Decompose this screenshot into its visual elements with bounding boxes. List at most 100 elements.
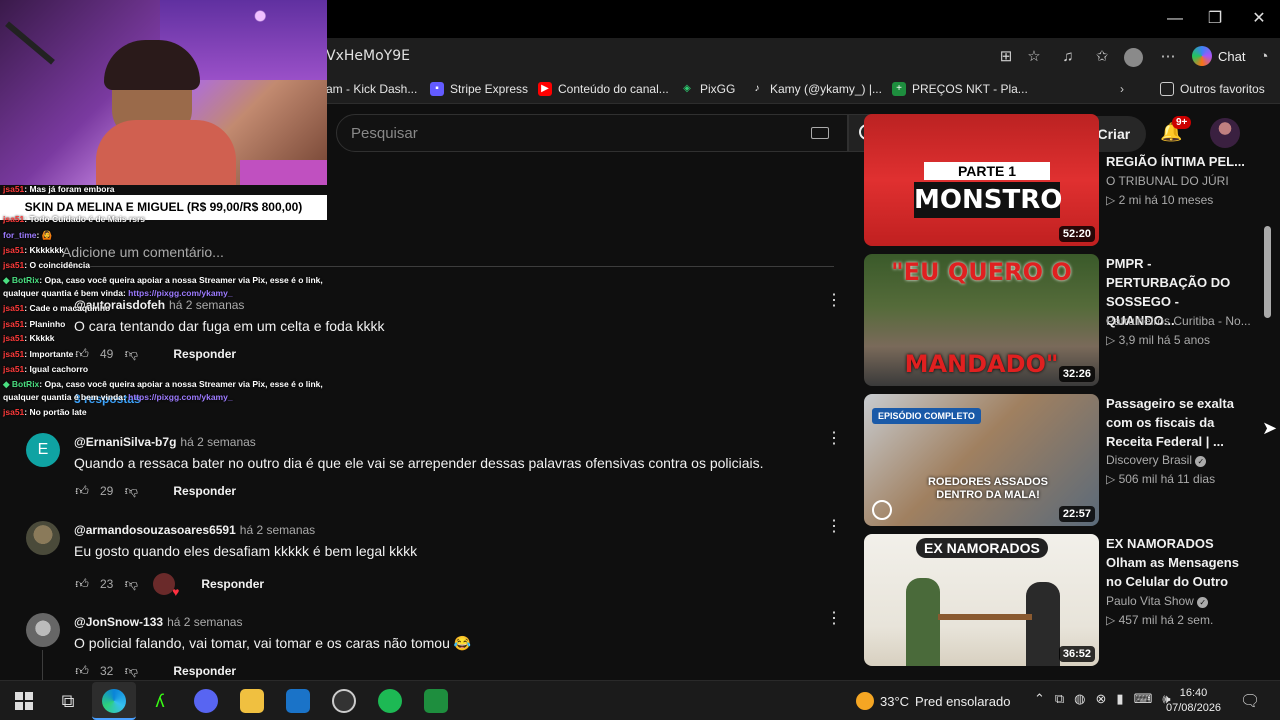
dislike-icon[interactable]: 👎︎: [123, 663, 139, 679]
edge-sidebar-icon[interactable]: ◔: [1254, 47, 1274, 67]
comment-menu-icon[interactable]: ⋮: [826, 611, 842, 627]
like-icon[interactable]: 👍︎: [74, 346, 90, 362]
chat-text: : Kkkkk: [24, 333, 55, 343]
other-favorites[interactable]: Outros favoritos: [1160, 82, 1265, 96]
search-input[interactable]: Pesquisar: [336, 114, 848, 152]
add-comment-input[interactable]: Adicione um comentário...: [62, 244, 224, 260]
dislike-icon[interactable]: 👎︎: [123, 576, 139, 592]
bookmark-item[interactable]: ▶ Conteúdo do canal...: [538, 82, 669, 96]
start-icon[interactable]: [12, 689, 36, 713]
thumbnail-title: "EU QUERO O: [891, 258, 1072, 286]
episode-badge: EPISÓDIO COMPLETO: [872, 408, 981, 424]
profile-icon[interactable]: [1124, 48, 1143, 67]
avatar[interactable]: E: [26, 433, 60, 467]
video-title[interactable]: REGIÃO ÍNTIMA PEL...: [1106, 152, 1246, 171]
copilot-chat-button[interactable]: Chat: [1192, 46, 1245, 66]
video-duration: 36:52: [1058, 646, 1095, 662]
sheets-icon[interactable]: [424, 689, 448, 713]
comment-menu-icon[interactable]: ⋮: [826, 293, 842, 309]
avatar[interactable]: [26, 521, 60, 555]
verified-icon: ✓: [1197, 597, 1209, 608]
restore-icon[interactable]: ❐: [1204, 8, 1226, 30]
comment-actions: 👍︎ 32 👎︎ Responder: [74, 663, 236, 679]
video-channel[interactable]: Paulo Vita Show ✓: [1106, 594, 1209, 608]
streamlabs-icon[interactable]: ʎ: [148, 689, 172, 713]
like-count: 49: [100, 347, 114, 361]
comment-author[interactable]: @armandosouzasoares6591 há 2 semanas: [74, 523, 315, 537]
taskbar-clock[interactable]: 16:40 07/08/2026: [1166, 686, 1221, 716]
chat-text: : O coincidência: [24, 260, 90, 270]
bookmark-item[interactable]: ◈ PixGG: [680, 82, 735, 96]
url-text[interactable]: VxHeMoY9E: [326, 48, 410, 64]
mail-icon[interactable]: [286, 689, 310, 713]
sheets-icon: +: [892, 82, 906, 96]
file-explorer-icon[interactable]: [240, 689, 264, 713]
more-icon[interactable]: ⋯: [1158, 47, 1178, 67]
dislike-icon[interactable]: 👎︎: [123, 483, 139, 499]
video-thumbnail[interactable]: PARTE 1 MONSTRO 52:20: [864, 114, 1099, 246]
video-duration: 32:26: [1058, 366, 1095, 382]
chat-message: jsa51: Igual cachorro: [3, 364, 88, 374]
account-avatar[interactable]: [1210, 118, 1240, 148]
weather-widget[interactable]: 33°C Pred ensolarado: [856, 692, 1010, 710]
bookmark-item[interactable]: ▪ Stripe Express: [430, 82, 528, 96]
favorite-star-icon[interactable]: ☆: [1024, 47, 1044, 67]
chat-username: jsa51: [3, 319, 25, 329]
reply-button[interactable]: Responder: [173, 347, 236, 361]
video-title[interactable]: EX NAMORADOS Olham as Mensagens no Celul…: [1106, 534, 1246, 591]
spotify-icon[interactable]: [378, 689, 402, 713]
comment-input-underline: [62, 266, 834, 267]
reply-button[interactable]: Responder: [201, 577, 264, 591]
chat-link: https://pixgg.com/ykamy_: [128, 392, 233, 402]
minimize-icon[interactable]: —: [1164, 8, 1186, 30]
video-thumbnail[interactable]: "EU QUERO O MANDADO" 32:26: [864, 254, 1099, 386]
notification-center-icon[interactable]: 🗨︎: [1240, 691, 1260, 711]
bookmarks-overflow-icon[interactable]: ›: [1120, 82, 1124, 96]
table: [938, 614, 1032, 620]
like-icon[interactable]: 👍︎: [74, 483, 90, 499]
edge-app-button[interactable]: [92, 682, 136, 720]
like-icon[interactable]: 👍︎: [74, 663, 90, 679]
obs-icon[interactable]: [332, 689, 356, 713]
reply-button[interactable]: Responder: [173, 664, 236, 678]
bookmark-item[interactable]: am - Kick Dash...: [326, 82, 417, 96]
bookmark-item[interactable]: + PREÇOS NKT - Pla...: [892, 82, 1028, 96]
close-icon[interactable]: ✕: [1248, 8, 1270, 30]
chat-message: jsa51: Mas já foram embora: [3, 184, 115, 194]
chat-username: ◆ BotRix: [3, 379, 40, 389]
chat-message: qualquer quantia é bem vinda: https://pi…: [3, 288, 233, 298]
comment-author[interactable]: @JonSnow-133 há 2 semanas: [74, 615, 242, 629]
bookmark-item[interactable]: ♪ Kamy (@ykamy_) |...: [750, 82, 882, 96]
chat-text: : Opa, caso você queira apoiar a nossa S…: [39, 275, 323, 285]
like-icon[interactable]: 👍︎: [74, 576, 90, 592]
comment-menu-icon[interactable]: ⋮: [826, 431, 842, 447]
creator-heart-icon: ♥: [153, 573, 179, 599]
chat-message: jsa51: Planinho: [3, 319, 65, 329]
edge-icon: [102, 689, 126, 713]
discord-icon[interactable]: [194, 689, 218, 713]
video-title[interactable]: Passageiro se exalta com os fiscais da R…: [1106, 394, 1246, 451]
chat-username: for_time: [3, 230, 37, 240]
comment-menu-icon[interactable]: ⋮: [826, 519, 842, 535]
favorites-icon[interactable]: ✩: [1092, 47, 1112, 67]
video-channel[interactable]: O TRIBUNAL DO JÚRI: [1106, 174, 1229, 188]
video-channel[interactable]: Discovery Brasil ✓: [1106, 453, 1207, 467]
media-icon[interactable]: ♫: [1058, 47, 1078, 67]
verified-icon: ✓: [1195, 456, 1207, 467]
chat-message: jsa51: Todo Cuidado é de Mais rsrs: [3, 214, 145, 224]
video-thumbnail[interactable]: EPISÓDIO COMPLETO ROEDORES ASSADOS DENTR…: [864, 394, 1099, 526]
video-channel[interactable]: Patrulheiros Curitiba - No...: [1106, 314, 1251, 328]
app-available-icon[interactable]: ⊞: [996, 47, 1016, 67]
page-scrollbar[interactable]: [1264, 226, 1271, 318]
task-view-icon[interactable]: ⧉: [56, 689, 80, 713]
keyboard-icon[interactable]: [811, 127, 829, 139]
stripe-icon: ▪: [430, 82, 444, 96]
comment-text: O policial falando, vai tomar, vai tomar…: [74, 635, 472, 651]
chat-label: Chat: [1218, 48, 1246, 64]
system-tray-icons[interactable]: ⌃⧉◍⊗▮⌨🕪: [1034, 691, 1181, 707]
avatar[interactable]: [26, 613, 60, 647]
reply-button[interactable]: Responder: [173, 484, 236, 498]
comment-author[interactable]: @ErnaniSilva-b7g há 2 semanas: [74, 435, 256, 449]
video-thumbnail[interactable]: EX NAMORADOS 36:52: [864, 534, 1099, 666]
dislike-icon[interactable]: 👎︎: [123, 346, 139, 362]
